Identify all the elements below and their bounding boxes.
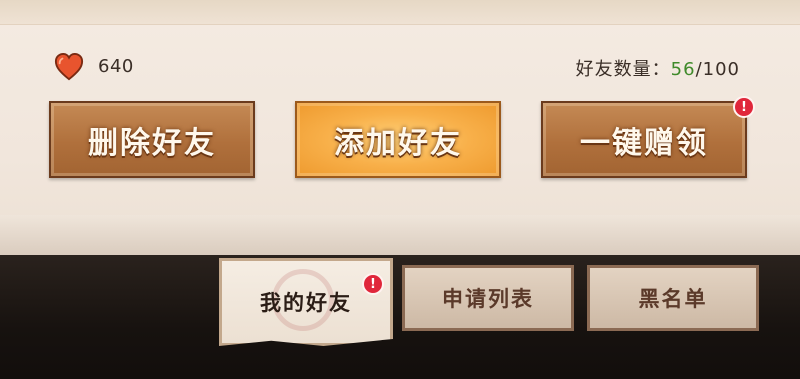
add-friend-label: 添加好友 [334,125,462,161]
delete-friend-button[interactable]: 删除好友 [49,101,255,178]
claim-all-button[interactable]: 一键赠领 [541,101,747,178]
tab-blacklist[interactable]: 黑名单 [587,265,759,331]
hearts-count: 640 [98,56,134,77]
panel-top-edge [0,0,800,25]
claim-all-label: 一键赠领 [580,125,708,161]
friends-count: 好友数量：56/100 [576,55,740,81]
delete-friend-label: 删除好友 [88,125,216,161]
friends-current: 56 [670,59,696,80]
tab-blacklist-label: 黑名单 [638,286,708,311]
friends-max: /100 [695,59,740,80]
tab-my-friends-label: 我的好友 [260,290,352,315]
heart-icon [54,52,84,81]
my-friends-notification-badge: ! [362,273,384,295]
add-friend-button[interactable]: 添加好友 [295,101,501,178]
claim-notification-badge: ! [733,96,755,118]
tab-my-friends[interactable]: 我的好友 [219,258,393,346]
tab-apply-list[interactable]: 申请列表 [402,265,574,331]
friends-count-label: 好友数量： [575,59,671,80]
tab-apply-list-label: 申请列表 [442,286,534,311]
